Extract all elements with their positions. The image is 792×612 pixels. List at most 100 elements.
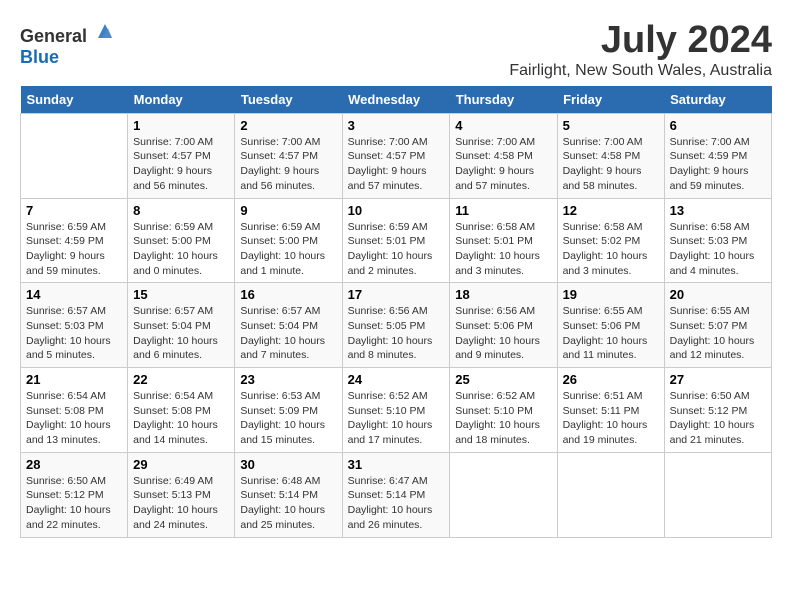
calendar-cell: 29Sunrise: 6:49 AMSunset: 5:13 PMDayligh…: [128, 452, 235, 537]
day-number: 4: [455, 118, 551, 133]
sunrise-text: Sunrise: 6:57 AM: [240, 304, 336, 319]
daylight-text: Daylight: 10 hours and 3 minutes.: [563, 249, 659, 278]
daylight-text: Daylight: 10 hours and 21 minutes.: [670, 418, 766, 447]
day-number: 1: [133, 118, 229, 133]
sunrise-text: Sunrise: 6:56 AM: [348, 304, 445, 319]
daylight-text: Daylight: 9 hours and 58 minutes.: [563, 164, 659, 193]
weekday-header-thursday: Thursday: [450, 86, 557, 114]
day-number: 10: [348, 203, 445, 218]
weekday-header-sunday: Sunday: [21, 86, 128, 114]
sunrise-text: Sunrise: 6:52 AM: [455, 389, 551, 404]
sunset-text: Sunset: 4:58 PM: [563, 149, 659, 164]
sunset-text: Sunset: 4:57 PM: [240, 149, 336, 164]
sunset-text: Sunset: 4:58 PM: [455, 149, 551, 164]
sunrise-text: Sunrise: 7:00 AM: [563, 135, 659, 150]
daylight-text: Daylight: 10 hours and 6 minutes.: [133, 334, 229, 363]
sunset-text: Sunset: 5:04 PM: [240, 319, 336, 334]
title-block: July 2024 Fairlight, New South Wales, Au…: [509, 20, 772, 80]
day-info: Sunrise: 6:58 AMSunset: 5:03 PMDaylight:…: [670, 220, 766, 279]
calendar-cell: 16Sunrise: 6:57 AMSunset: 5:04 PMDayligh…: [235, 283, 342, 368]
daylight-text: Daylight: 10 hours and 25 minutes.: [240, 503, 336, 532]
daylight-text: Daylight: 10 hours and 22 minutes.: [26, 503, 122, 532]
weekday-header-wednesday: Wednesday: [342, 86, 450, 114]
day-info: Sunrise: 6:50 AMSunset: 5:12 PMDaylight:…: [670, 389, 766, 448]
day-number: 26: [563, 372, 659, 387]
calendar-cell: 10 Sunrise: 6:59 AMSunset: 5:01 PMDayligh…: [342, 198, 450, 283]
sunset-text: Sunset: 5:13 PM: [133, 488, 229, 503]
daylight-text: Daylight: 10 hours and 15 minutes.: [240, 418, 336, 447]
calendar-cell: 17Sunrise: 6:56 AMSunset: 5:05 PMDayligh…: [342, 283, 450, 368]
month-year: July 2024: [509, 20, 772, 62]
sunrise-text: Sunrise: 6:55 AM: [670, 304, 766, 319]
daylight-text: Daylight: 10 hours and 2 minutes.: [348, 249, 445, 278]
day-number: 25: [455, 372, 551, 387]
sunrise-text: Sunrise: 6:59 AM: [240, 220, 336, 235]
day-number: 30: [240, 457, 336, 472]
day-info: Sunrise: 6:58 AMSunset: 5:01 PMDaylight:…: [455, 220, 551, 279]
sunrise-text: Sunrise: 6:57 AM: [133, 304, 229, 319]
day-number: 14: [26, 287, 122, 302]
weekday-header-tuesday: Tuesday: [235, 86, 342, 114]
sunset-text: Sunset: 5:01 PM: [455, 234, 551, 249]
calendar-week-3: 14Sunrise: 6:57 AMSunset: 5:03 PMDayligh…: [21, 283, 772, 368]
daylight-text: Daylight: 10 hours and 4 minutes.: [670, 249, 766, 278]
daylight-text: Daylight: 10 hours and 0 minutes.: [133, 249, 229, 278]
calendar-week-4: 21Sunrise: 6:54 AMSunset: 5:08 PMDayligh…: [21, 368, 772, 453]
sunset-text: Sunset: 5:01 PM: [348, 234, 445, 249]
sunrise-text: Sunrise: 7:00 AM: [455, 135, 551, 150]
calendar-cell: [21, 113, 128, 198]
calendar-cell: 30Sunrise: 6:48 AMSunset: 5:14 PMDayligh…: [235, 452, 342, 537]
day-info: Sunrise: 6:59 AMSunset: 5:01 PMDaylight:…: [348, 220, 445, 279]
sunrise-text: Sunrise: 6:50 AM: [26, 474, 122, 489]
day-number: 22: [133, 372, 229, 387]
sunrise-text: Sunrise: 6:54 AM: [133, 389, 229, 404]
calendar-table: SundayMondayTuesdayWednesdayThursdayFrid…: [20, 86, 772, 538]
daylight-text: Daylight: 10 hours and 5 minutes.: [26, 334, 122, 363]
daylight-text: Daylight: 9 hours and 59 minutes.: [670, 164, 766, 193]
day-info: Sunrise: 7:00 AMSunset: 4:58 PMDaylight:…: [563, 135, 659, 194]
day-info: Sunrise: 6:59 AMSunset: 5:00 PMDaylight:…: [240, 220, 336, 279]
sunrise-text: Sunrise: 6:50 AM: [670, 389, 766, 404]
sunset-text: Sunset: 5:08 PM: [26, 404, 122, 419]
calendar-cell: 27Sunrise: 6:50 AMSunset: 5:12 PMDayligh…: [664, 368, 771, 453]
day-number: 8: [133, 203, 229, 218]
day-number: 31: [348, 457, 445, 472]
calendar-cell: 18Sunrise: 6:56 AMSunset: 5:06 PMDayligh…: [450, 283, 557, 368]
sunrise-text: Sunrise: 6:47 AM: [348, 474, 445, 489]
daylight-text: Daylight: 9 hours and 57 minutes.: [455, 164, 551, 193]
logo-general: General: [20, 26, 87, 46]
sunrise-text: Sunrise: 6:52 AM: [348, 389, 445, 404]
page-header: General Blue July 2024 Fairlight, New So…: [20, 20, 772, 80]
sunrise-text: Sunrise: 7:00 AM: [133, 135, 229, 150]
day-info: Sunrise: 6:52 AMSunset: 5:10 PMDaylight:…: [455, 389, 551, 448]
calendar-week-2: 7Sunrise: 6:59 AMSunset: 4:59 PMDaylight…: [21, 198, 772, 283]
daylight-text: Daylight: 10 hours and 1 minute.: [240, 249, 336, 278]
sunrise-text: Sunrise: 6:59 AM: [26, 220, 122, 235]
logo-icon: [94, 20, 116, 42]
sunset-text: Sunset: 5:06 PM: [455, 319, 551, 334]
sunset-text: Sunset: 5:04 PM: [133, 319, 229, 334]
calendar-cell: 14Sunrise: 6:57 AMSunset: 5:03 PMDayligh…: [21, 283, 128, 368]
day-info: Sunrise: 6:52 AMSunset: 5:10 PMDaylight:…: [348, 389, 445, 448]
day-info: Sunrise: 6:50 AMSunset: 5:12 PMDaylight:…: [26, 474, 122, 533]
day-info: Sunrise: 7:00 AMSunset: 4:57 PMDaylight:…: [240, 135, 336, 194]
day-info: Sunrise: 6:53 AMSunset: 5:09 PMDaylight:…: [240, 389, 336, 448]
sunset-text: Sunset: 5:00 PM: [240, 234, 336, 249]
day-info: Sunrise: 6:54 AMSunset: 5:08 PMDaylight:…: [133, 389, 229, 448]
calendar-cell: [450, 452, 557, 537]
daylight-text: Daylight: 9 hours and 59 minutes.: [26, 249, 122, 278]
sunrise-text: Sunrise: 6:51 AM: [563, 389, 659, 404]
weekday-header-row: SundayMondayTuesdayWednesdayThursdayFrid…: [21, 86, 772, 114]
sunset-text: Sunset: 5:12 PM: [670, 404, 766, 419]
sunset-text: Sunset: 4:57 PM: [348, 149, 445, 164]
sunrise-text: Sunrise: 6:57 AM: [26, 304, 122, 319]
daylight-text: Daylight: 9 hours and 57 minutes.: [348, 164, 445, 193]
weekday-header-saturday: Saturday: [664, 86, 771, 114]
weekday-header-friday: Friday: [557, 86, 664, 114]
sunset-text: Sunset: 4:59 PM: [670, 149, 766, 164]
daylight-text: Daylight: 10 hours and 3 minutes.: [455, 249, 551, 278]
sunset-text: Sunset: 5:07 PM: [670, 319, 766, 334]
day-number: 2: [240, 118, 336, 133]
sunset-text: Sunset: 5:00 PM: [133, 234, 229, 249]
sunrise-text: Sunrise: 6:58 AM: [670, 220, 766, 235]
